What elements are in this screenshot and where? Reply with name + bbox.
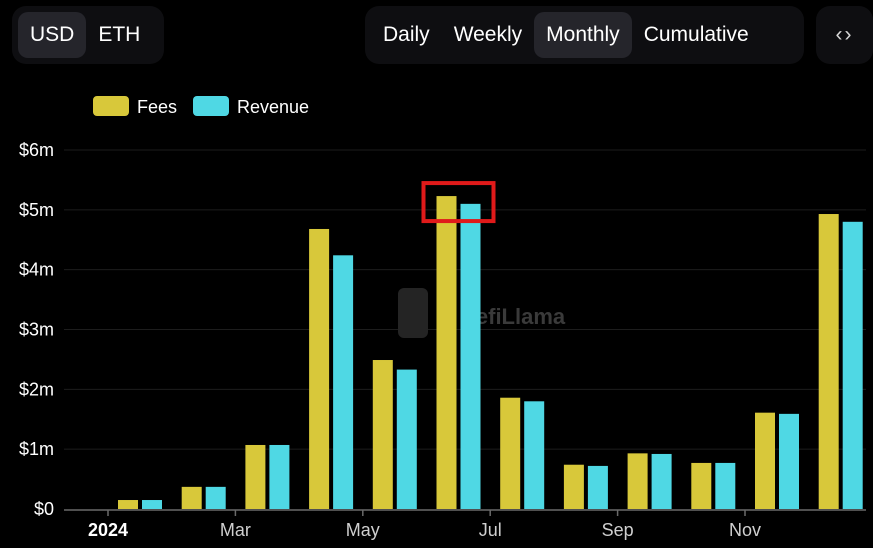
legend-label-revenue: Revenue [237, 97, 309, 117]
legend-swatch-fees [93, 96, 129, 116]
y-tick-label: $4m [19, 260, 54, 280]
bar-revenue-2024-07 [524, 401, 545, 509]
bar-fees-2024-03 [245, 444, 266, 509]
bar-revenue-2024-10 [715, 462, 736, 509]
bar-fees-2024-04 [309, 228, 330, 510]
watermark-logo [398, 288, 428, 338]
y-tick-label: $3m [19, 320, 54, 340]
bar-fees-2024-10 [691, 462, 712, 509]
cumulative-button[interactable]: Cumulative [632, 12, 761, 58]
bar-fees-2024-07 [500, 397, 521, 509]
bar-fees-2024-09 [627, 453, 648, 509]
x-tick-label: Nov [729, 520, 761, 540]
y-tick-label: $5m [19, 200, 54, 220]
bar-fees-2024-05 [372, 360, 393, 509]
bar-revenue-2024-05 [396, 369, 417, 509]
y-tick-label: $0 [34, 499, 54, 519]
x-tick-label: 2024 [88, 520, 128, 540]
bar-revenue-2024-01 [142, 500, 162, 509]
y-tick-label: $1m [19, 439, 54, 459]
embed-button[interactable]: ‹› [816, 6, 873, 64]
x-tick-label: Jul [479, 520, 502, 540]
fees-revenue-chart: $0$1m$2m$3m$4m$5m$6mDefiLlama2024 Mar May J… [19, 96, 866, 540]
bar-revenue-2024-02 [205, 486, 226, 509]
bar-revenue-2024-11 [779, 413, 799, 509]
legend-label-fees: Fees [137, 97, 177, 117]
bar-fees-2024-01 [118, 500, 138, 509]
legend-swatch-revenue [193, 96, 229, 116]
weekly-button[interactable]: Weekly [442, 12, 534, 58]
y-tick-label: $2m [19, 379, 54, 399]
daily-button[interactable]: Daily [371, 12, 442, 58]
bar-revenue-2024-08 [587, 465, 608, 509]
bar-revenue-2024-04 [333, 255, 354, 509]
bar-revenue-2024-12 [842, 221, 863, 510]
bar-revenue-2024-09 [651, 453, 672, 509]
x-tick-label: Sep [602, 520, 634, 540]
eth-button[interactable]: ETH [86, 12, 152, 58]
highlight-box [421, 181, 496, 224]
y-tick-label: $6m [19, 140, 54, 160]
x-tick-label: May [346, 520, 380, 540]
bar-revenue-2024-03 [269, 444, 290, 509]
bar-revenue-2024-06 [460, 203, 481, 509]
usd-button[interactable]: USD [18, 12, 87, 58]
currency-toggle: USD ETH [12, 6, 164, 64]
code-brackets-icon: ‹› [835, 23, 854, 46]
bar-fees-2024-08 [563, 464, 584, 509]
bar-fees-2024-12 [818, 214, 839, 509]
monthly-button[interactable]: Monthly [534, 12, 632, 58]
bar-fees-2024-11 [755, 412, 775, 509]
bar-fees-2024-02 [181, 486, 202, 509]
period-toggle: Daily Weekly Monthly Cumulative [365, 6, 804, 64]
x-tick-label: Mar [220, 520, 251, 540]
bar-fees-2024-06 [436, 196, 457, 510]
